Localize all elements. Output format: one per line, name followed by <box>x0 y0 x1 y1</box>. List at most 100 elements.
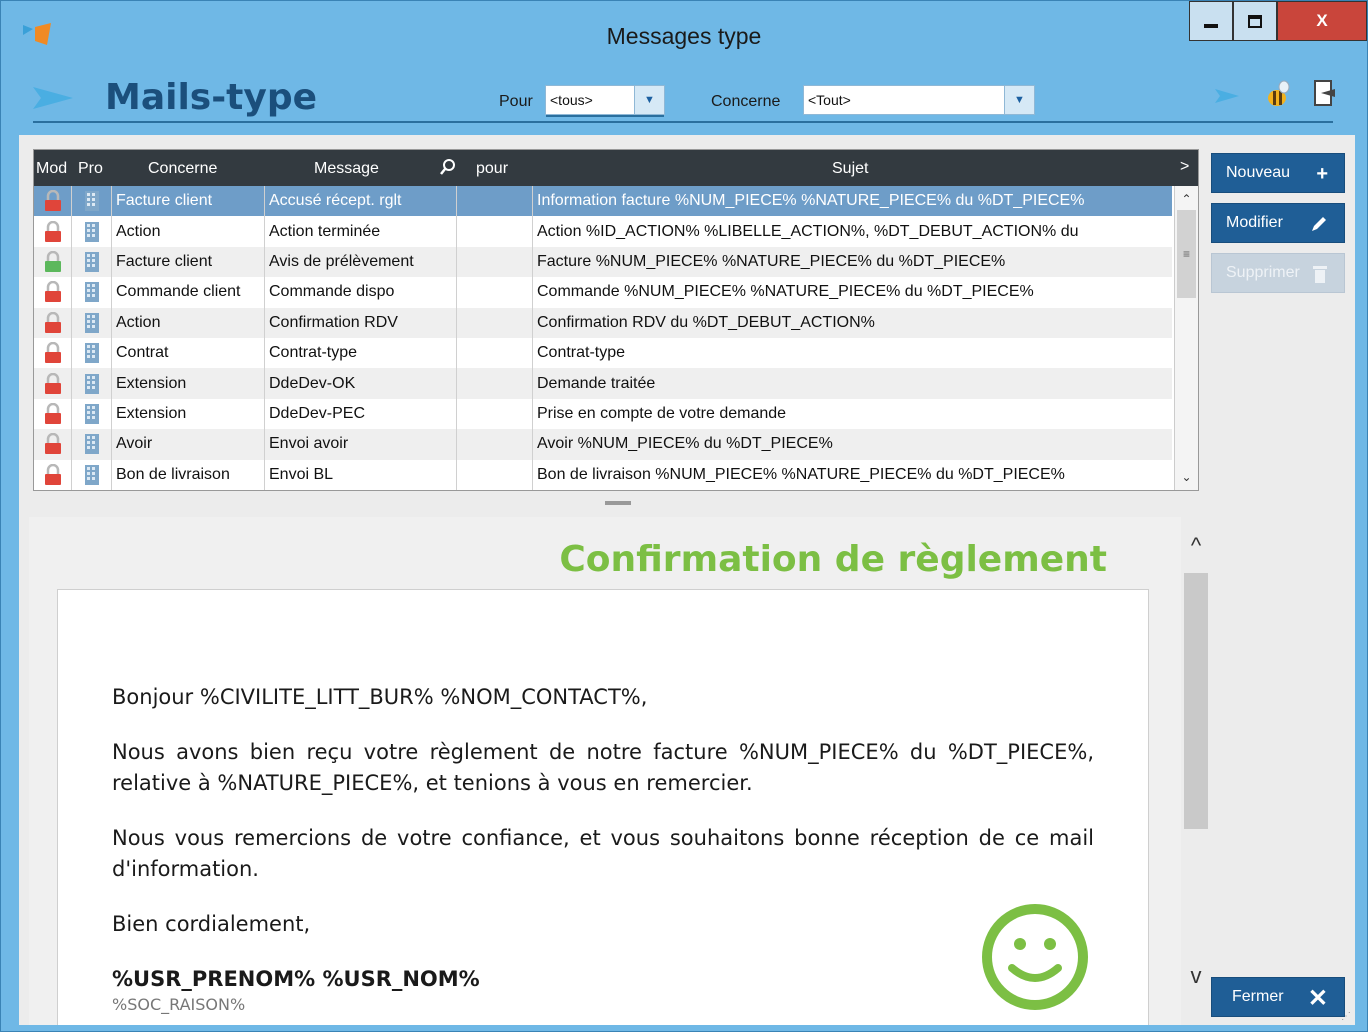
cell-mod[interactable] <box>34 398 72 430</box>
cell-message[interactable]: Commande dispo <box>265 277 457 308</box>
cell-pro[interactable] <box>72 307 112 338</box>
cell-mod[interactable] <box>34 459 72 490</box>
send-icon[interactable] <box>1215 89 1239 103</box>
splitter-handle[interactable] <box>605 501 631 505</box>
exit-door-icon[interactable] <box>1313 79 1337 107</box>
table-row[interactable]: Extension DdeDev-OK Demande traitée <box>34 368 1172 399</box>
col-pro[interactable]: Pro <box>78 160 103 178</box>
cell-pro[interactable] <box>72 429 112 460</box>
cell-concerne[interactable]: Extension <box>112 368 265 399</box>
cell-concerne[interactable]: Contrat <box>112 338 265 369</box>
table-row[interactable]: Avoir Envoi avoir Avoir %NUM_PIECE% du %DT… <box>34 429 1172 460</box>
cell-sujet[interactable]: Confirmation RDV du %DT_DEBUT_ACTION% <box>533 308 1172 338</box>
col-message[interactable]: Message <box>314 160 379 178</box>
cell-message[interactable]: Avis de prélèvement <box>265 246 457 278</box>
modifier-button[interactable]: Modifier <box>1211 203 1345 243</box>
table-row[interactable]: Facture client Accusé récept. rglt Informa… <box>34 186 1172 217</box>
cell-mod[interactable] <box>34 277 72 308</box>
message-preview[interactable]: Confirmation de règlement Bonjour %CIVIL… <box>29 517 1181 1025</box>
maximize-button[interactable] <box>1233 1 1277 41</box>
cell-pour[interactable] <box>457 368 533 399</box>
chevron-right-icon[interactable]: > <box>1180 158 1189 176</box>
table-row[interactable]: Action Action terminée Action %ID_ACTION% … <box>34 216 1172 247</box>
minimize-button[interactable] <box>1189 1 1233 41</box>
fermer-button[interactable]: Fermer ✕ <box>1211 977 1345 1017</box>
table-row[interactable]: Commande client Commande dispo Commande %N… <box>34 277 1172 308</box>
chevron-down-icon[interactable]: ▼ <box>1004 86 1034 114</box>
cell-pour[interactable] <box>457 398 533 430</box>
cell-concerne[interactable]: Avoir <box>112 429 265 460</box>
table-row[interactable]: Extension DdeDev-PEC Prise en compte de vo… <box>34 398 1172 430</box>
col-pour[interactable]: pour <box>476 160 508 178</box>
supprimer-button[interactable]: Supprimer <box>1211 253 1345 293</box>
cell-pour[interactable] <box>457 307 533 338</box>
table-row[interactable]: Contrat Contrat-type Contrat-type <box>34 338 1172 369</box>
cell-pour[interactable] <box>457 186 533 217</box>
cell-sujet[interactable]: Demande traitée <box>533 368 1172 398</box>
cell-pro[interactable] <box>72 277 112 308</box>
cell-message[interactable]: Action terminée <box>265 216 457 247</box>
scrollbar-thumb[interactable] <box>1184 573 1208 829</box>
cell-pour[interactable] <box>457 246 533 278</box>
cell-pro[interactable] <box>72 338 112 369</box>
cell-pour[interactable] <box>457 338 533 369</box>
cell-message[interactable]: Envoi avoir <box>265 429 457 460</box>
cell-sujet[interactable]: Avoir %NUM_PIECE% du %DT_PIECE% <box>533 429 1172 459</box>
cell-message[interactable]: Confirmation RDV <box>265 307 457 338</box>
table-scrollbar[interactable]: ⌃ ≡ ⌄ <box>1174 186 1198 490</box>
scroll-down-icon[interactable]: ⌄ <box>1175 470 1198 484</box>
cell-message[interactable]: Envoi BL <box>265 459 457 490</box>
cell-mod[interactable] <box>34 246 72 278</box>
scroll-up-icon[interactable]: ^ <box>1181 533 1211 559</box>
col-mod[interactable]: Mod <box>36 160 67 178</box>
cell-sujet[interactable]: Information facture %NUM_PIECE% %NATURE_… <box>533 186 1172 216</box>
nouveau-button[interactable]: Nouveau + <box>1211 153 1345 193</box>
cell-sujet[interactable]: Contrat-type <box>533 338 1172 368</box>
preview-scrollbar[interactable]: ^ v <box>1181 517 1211 1025</box>
chevron-down-icon[interactable]: ▼ <box>634 86 664 114</box>
cell-pour[interactable] <box>457 216 533 247</box>
cell-sujet[interactable]: Commande %NUM_PIECE% %NATURE_PIECE% du %… <box>533 277 1172 307</box>
cell-concerne[interactable]: Commande client <box>112 277 265 308</box>
scrollbar-thumb[interactable]: ≡ <box>1177 210 1196 298</box>
cell-concerne[interactable]: Action <box>112 307 265 338</box>
cell-pro[interactable] <box>72 186 112 217</box>
cell-pro[interactable] <box>72 368 112 399</box>
scroll-up-icon[interactable]: ⌃ <box>1175 192 1198 206</box>
cell-sujet[interactable]: Action %ID_ACTION% %LIBELLE_ACTION%, %DT… <box>533 216 1172 246</box>
cell-concerne[interactable]: Facture client <box>112 246 265 278</box>
table-row[interactable]: Facture client Avis de prélèvement Facture… <box>34 246 1172 278</box>
cell-concerne[interactable]: Facture client <box>112 186 265 217</box>
cell-concerne[interactable]: Extension <box>112 398 265 430</box>
cell-pro[interactable] <box>72 398 112 430</box>
cell-sujet[interactable]: Bon de livraison %NUM_PIECE% %NATURE_PIE… <box>533 460 1172 490</box>
cell-message[interactable]: Accusé récept. rglt <box>265 186 457 217</box>
cell-concerne[interactable]: Bon de livraison <box>112 459 265 490</box>
title-bar[interactable]: Messages type X <box>1 1 1367 59</box>
cell-pour[interactable] <box>457 277 533 308</box>
col-concerne[interactable]: Concerne <box>148 160 217 178</box>
table-row[interactable]: Action Confirmation RDV Confirmation RDV d… <box>34 307 1172 338</box>
cell-pour[interactable] <box>457 459 533 490</box>
bee-icon[interactable] <box>1263 79 1293 109</box>
cell-mod[interactable] <box>34 338 72 369</box>
search-icon[interactable] <box>440 159 456 175</box>
cell-message[interactable]: Contrat-type <box>265 338 457 369</box>
close-window-button[interactable]: X <box>1277 1 1367 41</box>
cell-sujet[interactable]: Prise en compte de votre demande <box>533 399 1172 429</box>
cell-mod[interactable] <box>34 216 72 247</box>
resize-grip-icon[interactable]: ⋰ <box>1341 1011 1355 1025</box>
cell-message[interactable]: DdeDev-PEC <box>265 398 457 430</box>
cell-pour[interactable] <box>457 429 533 460</box>
cell-mod[interactable] <box>34 307 72 338</box>
cell-mod[interactable] <box>34 186 72 217</box>
cell-concerne[interactable]: Action <box>112 216 265 247</box>
cell-mod[interactable] <box>34 429 72 460</box>
concerne-select[interactable]: <Tout> ▼ <box>803 85 1035 115</box>
col-sujet[interactable]: Sujet <box>832 160 868 178</box>
cell-pro[interactable] <box>72 246 112 278</box>
cell-sujet[interactable]: Facture %NUM_PIECE% %NATURE_PIECE% du %D… <box>533 247 1172 277</box>
scroll-down-icon[interactable]: v <box>1181 963 1211 989</box>
cell-message[interactable]: DdeDev-OK <box>265 368 457 399</box>
cell-pro[interactable] <box>72 216 112 247</box>
